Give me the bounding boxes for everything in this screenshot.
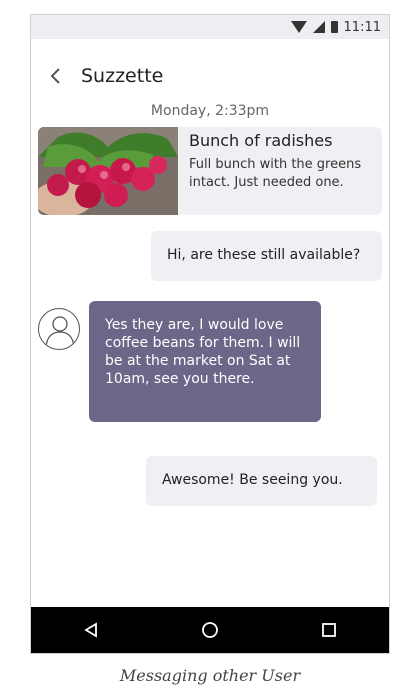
- listing-title: Bunch of radishes: [189, 131, 333, 150]
- phone-frame: 11:11 Suzzette Monday, 2:33pm Bunch of r…: [30, 14, 390, 654]
- listing-info: Bunch of radishes Full bunch with the gr…: [178, 127, 382, 215]
- cellular-signal-icon: [312, 21, 325, 33]
- nav-recents-button[interactable]: [309, 610, 349, 650]
- wifi-icon: [290, 21, 307, 33]
- figure-caption: Messaging other User: [119, 666, 301, 685]
- status-bar: 11:11: [31, 15, 389, 39]
- back-button[interactable]: [37, 61, 73, 91]
- contact-name: Suzzette: [81, 65, 164, 87]
- nav-home-button[interactable]: [190, 610, 230, 650]
- status-time: 11:11: [343, 19, 381, 35]
- sent-message-bubble: Hi, are these still available?: [151, 231, 382, 281]
- listing-card[interactable]: Bunch of radishes Full bunch with the gr…: [38, 127, 382, 215]
- square-recents-icon: [322, 623, 337, 637]
- circle-home-icon: [202, 622, 218, 638]
- chevron-left-icon: [50, 68, 60, 84]
- contact-avatar-icon: [38, 308, 80, 350]
- chat-header: Suzzette: [31, 61, 389, 91]
- battery-icon: [330, 21, 338, 33]
- listing-description: Full bunch with the greens intact. Just …: [189, 157, 362, 190]
- nav-back-button[interactable]: [71, 610, 111, 650]
- listing-image: [38, 127, 178, 215]
- message-timestamp: Monday, 2:33pm: [150, 103, 270, 119]
- system-navigation-bar: [31, 607, 389, 653]
- received-message-bubble: Yes they are, I would love coffee beans …: [89, 301, 321, 422]
- sent-message-bubble: Awesome! Be seeing you.: [146, 456, 377, 506]
- triangle-back-icon: [83, 622, 97, 638]
